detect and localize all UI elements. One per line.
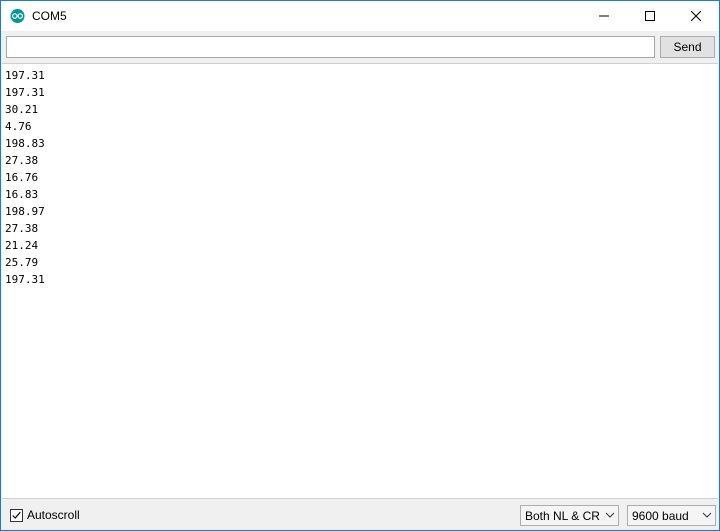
maximize-icon: [645, 11, 655, 21]
output-line: 4.76: [5, 120, 32, 133]
title-bar[interactable]: COM5: [1, 1, 719, 31]
output-line: 16.83: [5, 188, 39, 201]
minimize-button[interactable]: [581, 1, 627, 31]
serial-send-input[interactable]: [6, 36, 655, 58]
serial-monitor-window: COM5 Send 197.31 197.31 30.21 4.76 198.83 27.…: [0, 0, 720, 531]
window-title: COM5: [32, 9, 67, 23]
output-line: 21.24: [5, 239, 39, 252]
output-line: 197.31: [5, 86, 45, 99]
chevron-down-icon: [702, 512, 712, 518]
output-line: 197.31: [5, 273, 45, 286]
output-line: 198.97: [5, 205, 45, 218]
arduino-infinity-icon: [10, 9, 25, 23]
serial-output-area[interactable]: 197.31 197.31 30.21 4.76 198.83 27.38 16.76 16.…: [2, 63, 718, 499]
output-line: 30.21: [5, 103, 39, 116]
status-bar: Autoscroll Both NL & CR 9600 baud: [1, 500, 719, 530]
output-line: 16.76: [5, 171, 39, 184]
send-toolbar: Send: [1, 31, 719, 63]
baud-rate-select[interactable]: 9600 baud: [627, 505, 716, 526]
baud-rate-value: 9600 baud: [632, 509, 689, 523]
autoscroll-label[interactable]: Autoscroll: [27, 508, 80, 522]
output-line: 27.38: [5, 154, 39, 167]
output-line: 197.31: [5, 69, 45, 82]
autoscroll-checkbox[interactable]: [10, 509, 23, 522]
output-line: 198.83: [5, 137, 45, 150]
output-line: 25.79: [5, 256, 39, 269]
maximize-button[interactable]: [627, 1, 673, 31]
send-button[interactable]: Send: [660, 36, 715, 58]
output-line: 27.38: [5, 222, 39, 235]
chevron-down-icon: [605, 512, 615, 518]
close-button[interactable]: [673, 1, 719, 31]
line-ending-value: Both NL & CR: [525, 509, 600, 523]
minimize-icon: [599, 15, 609, 17]
close-icon: [691, 11, 701, 21]
line-ending-select[interactable]: Both NL & CR: [520, 505, 619, 526]
